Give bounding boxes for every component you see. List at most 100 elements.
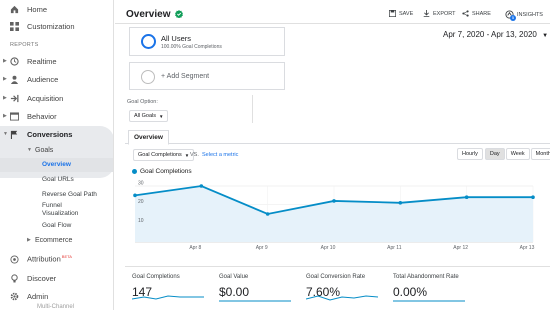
sidebar-item-label: Audience bbox=[27, 74, 59, 84]
insights-button[interactable]: 5 INSIGHTS bbox=[505, 10, 543, 21]
data-point bbox=[464, 195, 469, 199]
insights-count-badge: 5 bbox=[510, 15, 516, 21]
sidebar-item-ecommerce[interactable]: ▶ Ecommerce bbox=[0, 231, 113, 249]
data-point bbox=[265, 212, 270, 216]
export-button[interactable]: EXPORT bbox=[423, 10, 456, 17]
lightbulb-icon bbox=[10, 273, 19, 283]
chart-legend: Goal Completions bbox=[132, 168, 192, 175]
sidebar-item-discover[interactable]: Discover bbox=[0, 269, 113, 287]
sidebar-subitem-goal-flow[interactable]: Goal Flow bbox=[42, 222, 71, 229]
metrics-divider bbox=[125, 266, 550, 267]
sidebar-item-label: Goals bbox=[35, 146, 54, 154]
segment-name: All Users bbox=[161, 34, 192, 43]
expand-arrow-icon: ▶ bbox=[27, 237, 31, 243]
attribution-icon bbox=[10, 254, 19, 264]
flag-icon bbox=[10, 130, 19, 139]
x-tick-label: Apr 8 bbox=[189, 245, 201, 251]
behavior-icon bbox=[10, 111, 19, 121]
collapse-arrow-icon: ▼ bbox=[27, 147, 32, 153]
sidebar-item-label: Behavior bbox=[27, 111, 57, 121]
metric-label: Total Abandonment Rate bbox=[393, 274, 459, 280]
goal-option-divider bbox=[125, 95, 253, 123]
sidebar-item-label: Customization bbox=[27, 21, 75, 31]
sidebar-item-customization[interactable]: Customization bbox=[0, 17, 113, 35]
sidebar: Home Customization REPORTS ▶ Realtime ▶ … bbox=[0, 0, 114, 310]
data-point bbox=[398, 201, 403, 205]
sidebar-item-behavior[interactable]: ▶ Behavior bbox=[0, 107, 113, 125]
sidebar-item-acquisition[interactable]: ▶ Acquisition bbox=[0, 89, 113, 107]
sidebar-subitem-funnel[interactable]: Funnel bbox=[42, 202, 62, 209]
date-range-picker[interactable]: Apr 7, 2020 - Apr 13, 2020 ▼ bbox=[443, 30, 548, 39]
customization-icon bbox=[10, 21, 19, 31]
sidebar-item-audience[interactable]: ▶ Audience bbox=[0, 70, 113, 88]
download-icon bbox=[423, 10, 430, 17]
sparkline-path bbox=[132, 295, 204, 300]
sidebar-item-label: Acquisition bbox=[27, 93, 64, 103]
sidebar-item-realtime[interactable]: ▶ Realtime bbox=[0, 52, 113, 70]
segment-all-users[interactable]: All Users 100.00% Goal Completions bbox=[129, 27, 285, 56]
x-tick-label: Apr 10 bbox=[321, 245, 336, 251]
month-button[interactable]: Month bbox=[530, 148, 550, 160]
x-tick-label: Apr 13 bbox=[520, 245, 535, 251]
metric-label: Goal Value bbox=[219, 274, 249, 280]
reports-section-label: REPORTS bbox=[10, 42, 39, 48]
metric-sparkline bbox=[132, 295, 204, 300]
data-point bbox=[332, 199, 336, 203]
add-segment-button[interactable]: + Add Segment bbox=[129, 62, 285, 90]
sidebar-item-admin[interactable]: Admin bbox=[0, 287, 113, 305]
data-point bbox=[531, 195, 535, 199]
x-tick-label: Apr 11 bbox=[387, 245, 402, 251]
x-tick-label: Apr 12 bbox=[453, 245, 468, 251]
save-icon bbox=[389, 10, 396, 17]
share-button[interactable]: SHARE bbox=[462, 10, 491, 17]
goal-completions-chart: Apr 8 Apr 9 Apr 10 Apr 11 Apr 12 Apr 13 30 20 1… bbox=[133, 181, 535, 251]
y-tick-label: 10 bbox=[138, 218, 144, 224]
expand-arrow-icon: ▶ bbox=[3, 76, 7, 82]
sidebar-subitem-multichannel[interactable]: Multi-Channel bbox=[37, 304, 74, 310]
select-metric-link[interactable]: Select a metric bbox=[202, 152, 238, 158]
expand-arrow-icon: ▶ bbox=[3, 58, 7, 64]
person-icon bbox=[10, 75, 19, 84]
hourly-button[interactable]: Hourly bbox=[457, 148, 483, 160]
tab-overview[interactable]: Overview bbox=[128, 130, 169, 145]
y-tick-label: 30 bbox=[138, 181, 144, 187]
tab-bar bbox=[125, 128, 550, 144]
gear-icon bbox=[10, 292, 19, 301]
sidebar-item-label: Discover bbox=[27, 273, 57, 283]
home-icon bbox=[10, 5, 19, 14]
acquisition-icon bbox=[10, 94, 19, 103]
save-button[interactable]: SAVE bbox=[389, 10, 413, 17]
clock-icon bbox=[10, 56, 19, 66]
sidebar-subitem-goal-urls[interactable]: Goal URLs bbox=[42, 176, 74, 183]
metric-sparkline bbox=[306, 295, 379, 301]
header-divider bbox=[115, 23, 550, 24]
expand-arrow-icon: ▶ bbox=[3, 95, 7, 101]
page-title: Overview bbox=[126, 9, 184, 20]
beta-badge: BETA bbox=[61, 254, 72, 260]
metric-label: Goal Conversion Rate bbox=[306, 274, 366, 280]
main-content: Overview SAVE EXPORT SHARE 5 INSIGHTS Al… bbox=[115, 0, 550, 310]
day-button[interactable]: Day bbox=[484, 148, 505, 160]
segment-sub: 100.00% Goal Completions bbox=[161, 44, 222, 50]
week-button[interactable]: Week bbox=[505, 148, 530, 160]
sidebar-subitem-visualization[interactable]: Visualization bbox=[42, 210, 78, 217]
sidebar-item-goals[interactable]: ▼ Goals bbox=[0, 141, 113, 159]
chevron-down-icon: ▼ bbox=[542, 33, 549, 39]
sidebar-item-label: AttributionBETA bbox=[27, 254, 72, 264]
sidebar-item-label: Admin bbox=[27, 291, 49, 301]
metric-sparkline bbox=[219, 300, 291, 302]
insights-icon: 5 bbox=[505, 10, 516, 21]
legend-dot-icon bbox=[132, 169, 137, 174]
sidebar-subitem-overview[interactable]: Overview bbox=[42, 161, 71, 168]
sidebar-item-label: Home bbox=[27, 4, 48, 14]
metric-dropdown[interactable]: Goal Completions ▼ bbox=[133, 149, 195, 161]
sidebar-item-attribution[interactable]: AttributionBETA bbox=[0, 250, 113, 268]
data-point bbox=[199, 184, 204, 188]
add-segment-label: + Add Segment bbox=[161, 73, 210, 80]
sidebar-subitem-reverse-goal-path[interactable]: Reverse Goal Path bbox=[42, 191, 97, 198]
period-buttons: Hourly Day Week Month bbox=[457, 148, 550, 160]
verified-check-icon bbox=[175, 10, 184, 19]
share-icon bbox=[462, 10, 469, 17]
sidebar-item-home[interactable]: Home bbox=[0, 0, 113, 18]
sidebar-item-label: Conversions bbox=[27, 129, 73, 139]
